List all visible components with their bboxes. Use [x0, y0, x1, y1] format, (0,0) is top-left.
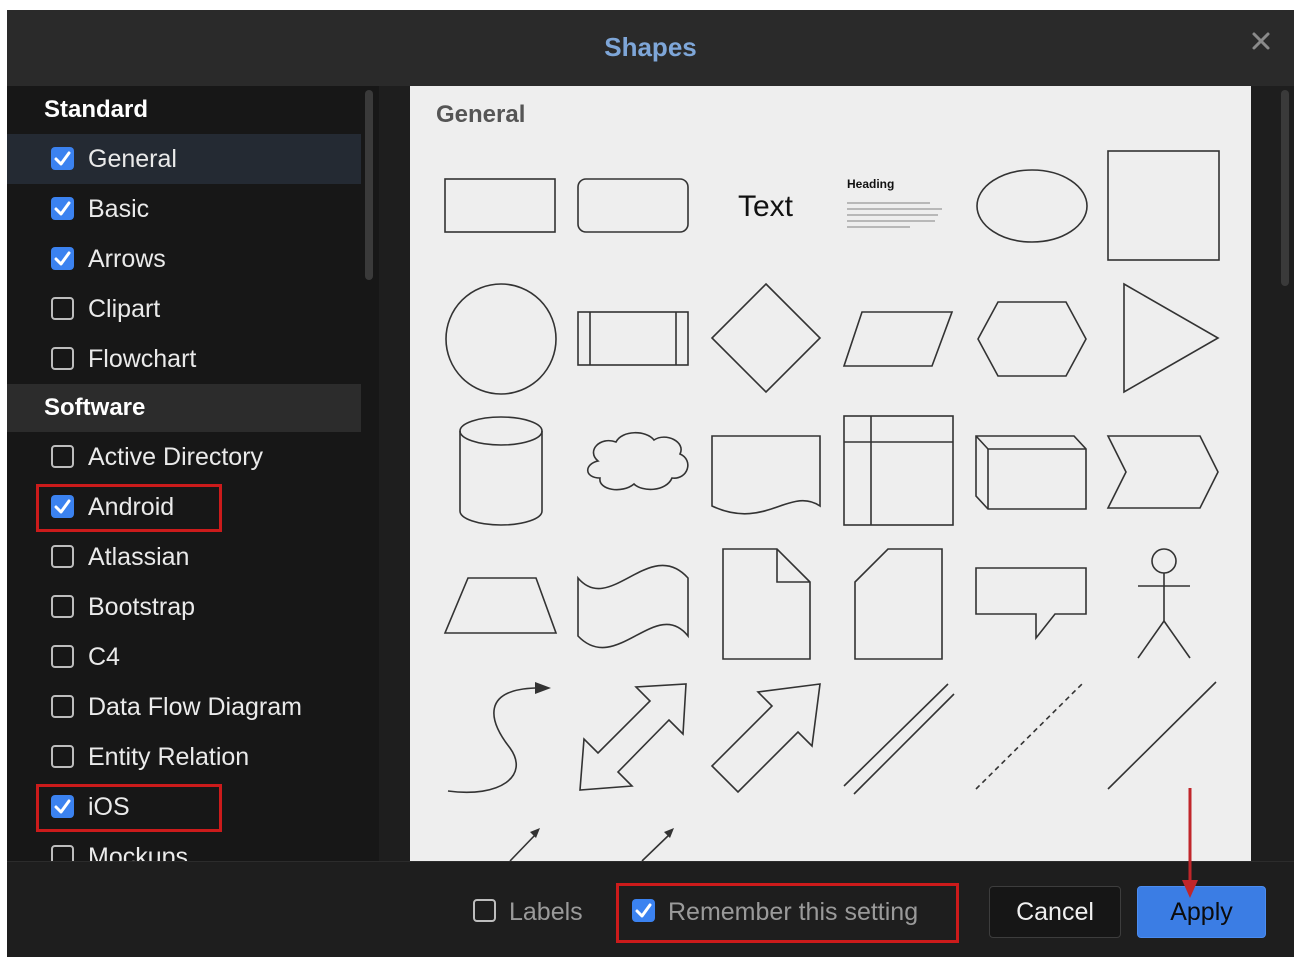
library-sidebar[interactable]: Standard General Basic Arrows Clipart Flowcha…	[7, 86, 379, 861]
sidebar-item-active-directory[interactable]: Active Directory	[7, 432, 361, 482]
preview-scrollbar[interactable]	[1281, 90, 1289, 286]
sidebar-item-clipart[interactable]: Clipart	[7, 284, 361, 334]
sidebar-item-label: Mockups	[88, 843, 189, 861]
active-directory-checkbox[interactable]	[51, 445, 74, 468]
internal-storage-shape	[843, 415, 954, 526]
double-line-shape	[843, 683, 955, 795]
ellipse-shape	[976, 169, 1088, 243]
bootstrap-checkbox[interactable]	[51, 595, 74, 618]
general-checkbox[interactable]	[51, 147, 74, 170]
sidebar-item-flowchart[interactable]: Flowchart	[7, 334, 361, 384]
partial-arrows	[509, 828, 674, 861]
cloud-shape	[586, 431, 689, 491]
sidebar-item-label: Bootstrap	[88, 593, 196, 621]
rectangle-shape	[444, 178, 556, 233]
process-shape	[577, 311, 689, 366]
shapes-grid: Text Heading	[443, 150, 1220, 861]
actor-shape	[1137, 548, 1191, 659]
dashed-line-shape	[975, 683, 1083, 790]
clipart-checkbox[interactable]	[51, 297, 74, 320]
sidebar-item-label: Data Flow Diagram	[88, 693, 302, 721]
card-shape	[854, 548, 943, 660]
triangle-shape	[1123, 282, 1220, 394]
sidebar-item-basic[interactable]: Basic	[7, 184, 361, 234]
sidebar-item-label: Flowchart	[88, 345, 197, 373]
atlassian-checkbox[interactable]	[51, 545, 74, 568]
sidebar-item-bootstrap[interactable]: Bootstrap	[7, 582, 361, 632]
check-icon	[54, 151, 71, 166]
sidebar-item-general[interactable]: General	[7, 134, 361, 184]
callout-shape	[975, 567, 1087, 641]
cube-shape	[975, 435, 1087, 510]
sidebar-item-mockups[interactable]: Mockups	[7, 832, 361, 861]
labels-label[interactable]: Labels	[509, 898, 583, 927]
sidebar-scrollbar[interactable]	[365, 90, 373, 280]
parallelogram-shape	[842, 311, 954, 367]
data-flow-diagram-checkbox[interactable]	[51, 695, 74, 718]
dialog-title: Shapes	[604, 32, 697, 62]
sidebar-item-label: Basic	[88, 195, 150, 223]
sidebar-item-arrows[interactable]: Arrows	[7, 234, 361, 284]
entity-relation-checkbox[interactable]	[51, 745, 74, 768]
arrow-shape	[710, 683, 821, 794]
cancel-button[interactable]: Cancel	[989, 886, 1121, 938]
c4-checkbox[interactable]	[51, 645, 74, 668]
sidebar-item-label: Active Directory	[88, 443, 264, 471]
check-icon	[54, 201, 71, 216]
apply-button[interactable]: Apply	[1137, 886, 1266, 938]
section-header-standard: Standard	[44, 96, 149, 123]
arrows-checkbox[interactable]	[51, 247, 74, 270]
sidebar-item-c4[interactable]: C4	[7, 632, 361, 682]
shape-preview: Text Heading General	[410, 86, 1251, 861]
bidirectional-arrow-shape	[579, 683, 687, 791]
heading-shape: Heading	[847, 177, 894, 191]
heading-body-lines	[847, 202, 942, 228]
tape-shape	[577, 564, 689, 649]
document-shape	[711, 435, 821, 515]
sidebar-item-atlassian[interactable]: Atlassian	[7, 532, 361, 582]
circle-shape	[445, 283, 557, 395]
remember-setting-highlight	[616, 883, 959, 943]
sidebar-item-label: Atlassian	[88, 543, 190, 571]
android-highlight	[36, 484, 222, 532]
close-icon[interactable]	[1248, 28, 1274, 54]
trapezoid-shape	[443, 577, 558, 634]
square-shape	[1107, 150, 1220, 261]
labels-checkbox[interactable]	[473, 899, 496, 922]
preview-pane: Text Heading General	[379, 86, 1294, 861]
line-shape	[1107, 681, 1217, 790]
mockups-checkbox[interactable]	[51, 845, 74, 861]
text-shape: Text	[738, 190, 794, 223]
cylinder-shape	[459, 416, 543, 526]
sidebar-item-entity-relation[interactable]: Entity Relation	[7, 732, 361, 782]
curved-arrow-shape	[447, 682, 551, 793]
rounded-rectangle-shape	[577, 178, 689, 233]
sidebar-item-label: General	[88, 145, 177, 173]
note-shape	[722, 548, 811, 660]
basic-checkbox[interactable]	[51, 197, 74, 220]
hexagon-shape	[977, 301, 1087, 377]
flowchart-checkbox[interactable]	[51, 347, 74, 370]
step-shape	[1106, 435, 1219, 509]
section-header-software: Software	[7, 384, 361, 432]
preview-heading: General	[436, 101, 526, 128]
diamond-shape	[710, 282, 822, 394]
check-icon	[54, 251, 71, 266]
sidebar-item-label: Clipart	[88, 295, 161, 323]
dialog-footer: Labels Remember this setting Cancel Appl…	[7, 861, 1294, 957]
sidebar-item-label: Entity Relation	[88, 743, 250, 771]
sidebar-item-label: C4	[88, 643, 120, 671]
ios-highlight	[36, 784, 222, 832]
shapes-dialog: Shapes Standard General Basic Arrows Clipart…	[7, 10, 1294, 957]
sidebar-item-label: Arrows	[88, 245, 166, 273]
annotation-arrow-icon	[1182, 788, 1198, 898]
sidebar-item-data-flow-diagram[interactable]: Data Flow Diagram	[7, 682, 361, 732]
dialog-titlebar: Shapes	[7, 10, 1294, 86]
